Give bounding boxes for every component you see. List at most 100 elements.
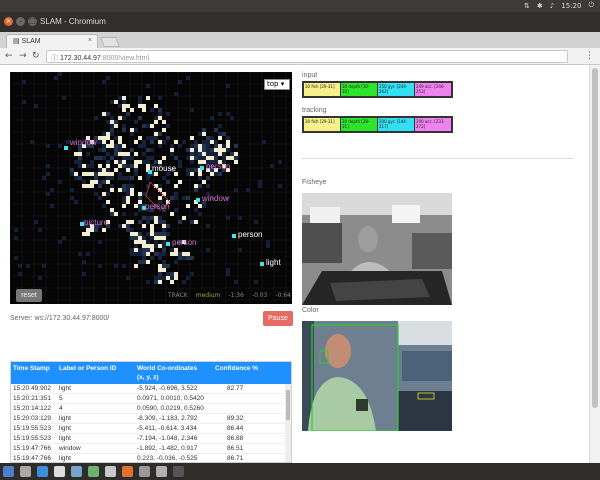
cell-coords: 0.0590, 0.0219, 0.5260	[137, 405, 204, 412]
table-row[interactable]: 15:19:47:766 light 0.223, -0.036, -0.525 86…	[11, 454, 291, 462]
window-title: SLAM - Chromium	[40, 17, 106, 26]
tracking-rate-bars: 30 fish [29-31] 30 depth [28-31] 200 gyr. …	[302, 116, 453, 133]
tracking-title: tracking	[302, 107, 327, 114]
info-icon: ⓘ	[51, 55, 60, 62]
cell-time: 15:20:14:122	[13, 405, 51, 412]
map-label: window	[202, 194, 229, 203]
input-rate-bars: 30 fish [29-31] 30 depth [30-30] 250 gyr. …	[302, 81, 453, 98]
volume-icon[interactable]: ♪	[550, 2, 554, 10]
browser-icon[interactable]	[37, 466, 48, 477]
cell-label: light	[59, 425, 71, 432]
cell-label: light	[59, 435, 71, 442]
reset-button[interactable]: reset	[16, 289, 42, 302]
map-label: person	[172, 238, 197, 247]
pause-button[interactable]: Pause	[263, 311, 293, 326]
spreadsheet-icon[interactable]	[88, 466, 99, 477]
table-row[interactable]: 15:20:03:129 light -8.309, -1.183, 2.792 89…	[11, 414, 291, 424]
cell-conf: 82.77	[227, 385, 244, 392]
col-label: Label or Person ID	[59, 365, 117, 372]
rate-bar: 30 fish [29-31]	[304, 118, 340, 131]
back-icon[interactable]: ←	[5, 51, 13, 61]
color-title: Color	[302, 307, 319, 314]
color-camera-image	[302, 321, 452, 431]
page-icon: ▤	[13, 38, 20, 45]
address-bar[interactable]: ⓘ 172.30.44.97:8000/view.html	[46, 50, 568, 63]
table-row[interactable]: 15:19:47:766 window -1.892, -1.482, 0.917 8…	[11, 444, 291, 454]
cell-time: 15:19:47:766	[13, 455, 51, 462]
system-top-bar: ⇅ ✱ ♪ 15:20 ⏻	[0, 0, 600, 12]
document-icon[interactable]	[105, 466, 116, 477]
map-label: picture	[84, 218, 109, 227]
map-label: person	[238, 230, 263, 239]
network-icon[interactable]: ⇅	[524, 2, 530, 10]
table-row[interactable]: 15:20:21:351 5 0.0971, 0.0010, 0.5420	[11, 394, 291, 404]
window-maximize-button[interactable]: □	[28, 17, 37, 26]
map-label: person	[206, 162, 231, 171]
cell-time: 15:20:49:902	[13, 385, 51, 392]
server-address: Server: ws://172.30.44.97:8000/	[10, 315, 110, 322]
cell-label: 5	[59, 395, 63, 402]
cell-time: 15:20:03:129	[13, 415, 51, 422]
table-row[interactable]: 15:20:49:902 light -5.924, -0.696, 3.522 82…	[11, 384, 291, 394]
map-label: window	[70, 138, 97, 147]
col-coords-sub: (x, y, z)	[137, 374, 159, 381]
url-path: :8000/view.html	[100, 55, 150, 62]
bluetooth-icon[interactable]: ✱	[537, 2, 543, 10]
settings-icon[interactable]	[156, 466, 167, 477]
cell-conf: 86.71	[227, 455, 244, 462]
table-row[interactable]: 15:19:55:523 light -5.411, -0.614, 3.434 86…	[11, 424, 291, 434]
page-scrollbar[interactable]	[589, 65, 600, 463]
cell-label: light	[59, 385, 71, 392]
terminal-icon[interactable]	[139, 466, 150, 477]
tab-close-icon[interactable]: ×	[88, 37, 92, 44]
url-host: 172.30.44.97	[59, 55, 101, 62]
window-title-bar: × – □ SLAM - Chromium	[0, 12, 600, 32]
window-minimize-button[interactable]: –	[16, 17, 25, 26]
power-icon[interactable]: ⏻	[588, 1, 594, 10]
cell-conf: 86.44	[227, 425, 244, 432]
cell-time: 15:19:47:766	[13, 445, 51, 452]
fisheye-title: Fisheye	[302, 179, 327, 186]
cell-time: 15:20:21:351	[13, 395, 51, 402]
tab-title: SLAM	[21, 38, 41, 45]
table-row[interactable]: 15:20:14:122 4 0.0590, 0.0219, 0.5260	[11, 404, 291, 414]
cell-conf: 86.88	[227, 435, 244, 442]
divider	[302, 158, 574, 159]
cell-time: 15:19:55:523	[13, 425, 51, 432]
table-scrollbar[interactable]	[285, 384, 291, 462]
toolbar: ← → ↻ ⓘ 172.30.44.97:8000/view.html ⋮	[0, 48, 600, 65]
clock[interactable]: 15:20	[561, 2, 581, 10]
software-center-icon[interactable]	[122, 466, 133, 477]
menu-icon[interactable]: ⋮	[585, 51, 594, 61]
tab-strip: ▤ SLAM ×	[0, 32, 600, 48]
cell-coords: -7.194, -1.048, 2.346	[137, 435, 198, 442]
input-title: input	[302, 72, 318, 79]
new-tab-button[interactable]	[100, 37, 120, 47]
document-icon[interactable]	[54, 466, 65, 477]
map-label: mouse	[152, 164, 177, 173]
cell-label: light	[59, 455, 71, 462]
cell-time: 15:19:55:523	[13, 435, 51, 442]
slam-map-view[interactable]: top ▾ window mouse person window person …	[10, 72, 292, 304]
point-cloud-canvas[interactable]	[10, 72, 292, 304]
files-icon[interactable]	[20, 466, 31, 477]
document-icon[interactable]	[71, 466, 82, 477]
cell-coords: 0.0971, 0.0010, 0.5420	[137, 395, 204, 402]
rate-bar: 30 fish [29-31]	[304, 83, 340, 96]
page-content: top ▾ window mouse person window person …	[0, 65, 589, 463]
forward-icon[interactable]: →	[19, 51, 27, 61]
view-select[interactable]: top ▾	[264, 79, 290, 90]
launcher-icon[interactable]	[3, 466, 14, 477]
cell-label: window	[59, 445, 81, 452]
trash-icon[interactable]	[173, 466, 184, 477]
cell-label: 4	[59, 405, 63, 412]
track-status-row: TRACK medium -1.36 -0.03 -0.64	[168, 292, 291, 299]
reload-icon[interactable]: ↻	[32, 51, 40, 61]
window-close-button[interactable]: ×	[4, 17, 13, 26]
cell-coords: -5.924, -0.696, 3.522	[137, 385, 198, 392]
table-row[interactable]: 15:19:55:523 light -7.194, -1.048, 2.346 86…	[11, 434, 291, 444]
cell-conf: 86.51	[227, 445, 244, 452]
table-body[interactable]: 15:20:49:902 light -5.924, -0.696, 3.522 82…	[11, 384, 291, 462]
browser-tab[interactable]: ▤ SLAM ×	[6, 34, 98, 48]
taskbar	[0, 463, 600, 480]
